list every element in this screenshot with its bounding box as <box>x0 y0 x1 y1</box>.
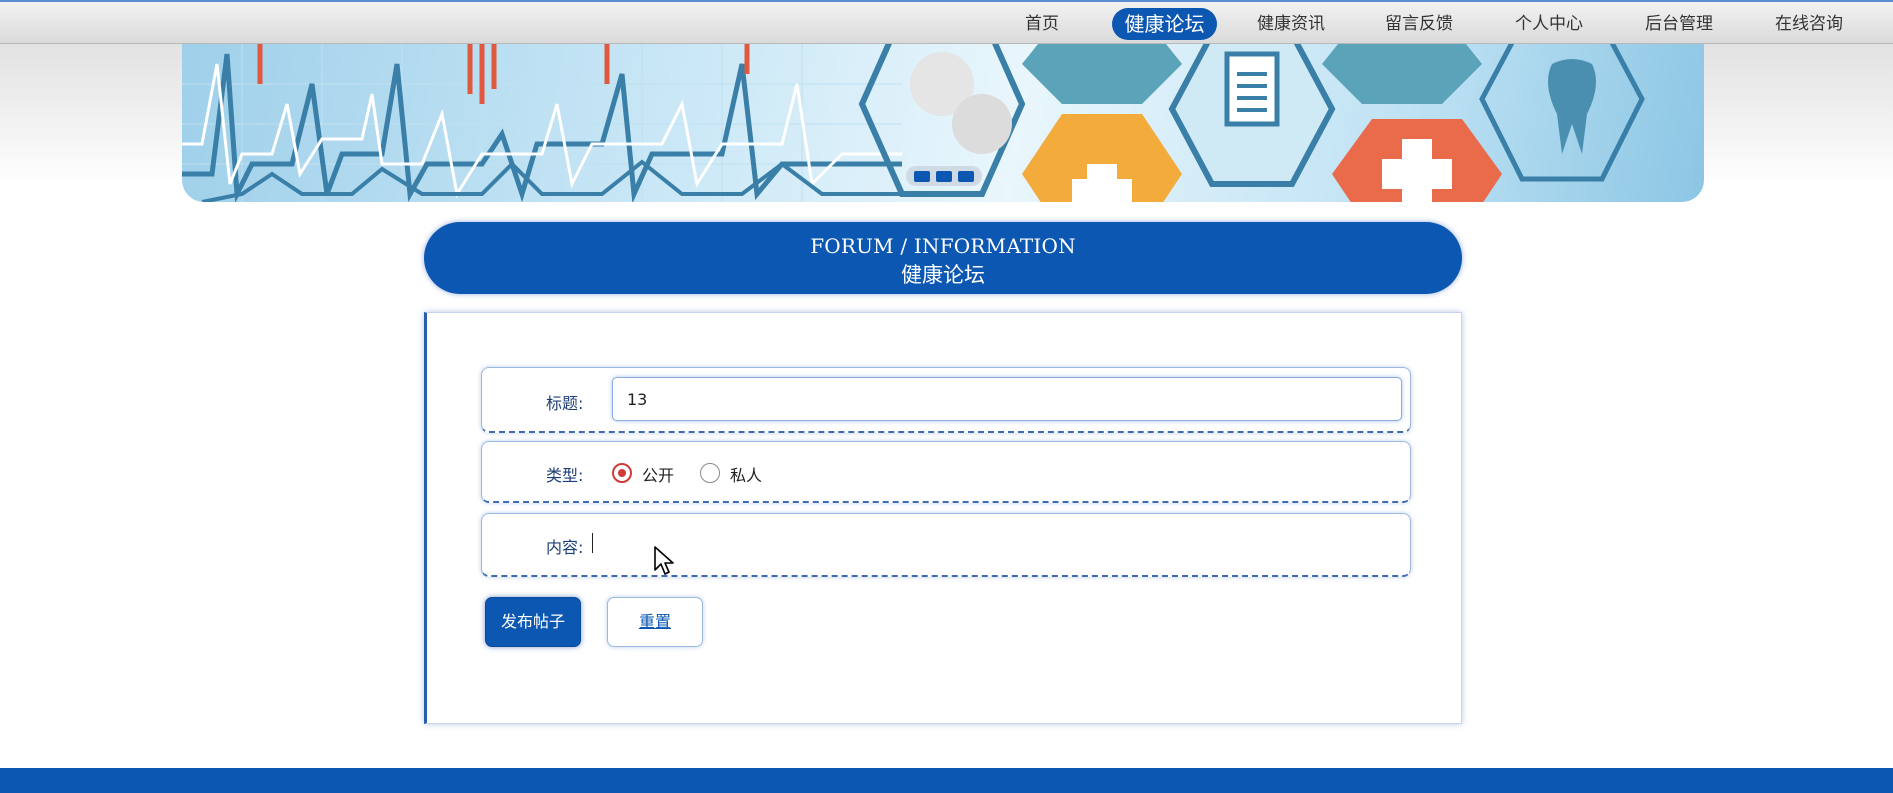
reset-button[interactable]: 重置 <box>607 597 703 647</box>
content-label: 内容: <box>546 538 584 557</box>
content-input[interactable] <box>592 528 1392 558</box>
type-option-public-label[interactable]: 公开 <box>642 462 674 486</box>
publish-post-button[interactable]: 发布帖子 <box>485 597 581 647</box>
top-nav-bar: 首页 健康论坛 健康资讯 留言反馈 个人中心 后台管理 在线咨询 <box>0 0 1893 44</box>
carousel-dot-1[interactable] <box>914 170 930 182</box>
nav-item-health-news[interactable]: 健康资讯 <box>1256 8 1326 40</box>
nav-item-personal-center[interactable]: 个人中心 <box>1514 8 1584 40</box>
nav-item-online-consult[interactable]: 在线咨询 <box>1774 8 1844 40</box>
footer-bar <box>0 768 1893 793</box>
title-input[interactable] <box>612 377 1402 421</box>
content-row: 内容: <box>481 513 1411 577</box>
mouse-cursor-icon <box>654 546 674 575</box>
carousel-dot-2[interactable] <box>936 170 952 182</box>
carousel-dot-3[interactable] <box>958 170 974 182</box>
post-form-panel: 标题: 类型: 公开 私人 内容: 发布帖子 重置 <box>424 312 1462 724</box>
title-label: 标题: <box>546 394 584 413</box>
title-row: 标题: <box>481 367 1411 433</box>
type-radio-public[interactable] <box>612 463 632 483</box>
type-radio-private[interactable] <box>700 463 720 483</box>
section-title-en: FORUM / INFORMATION <box>810 234 1076 258</box>
nav-item-feedback[interactable]: 留言反馈 <box>1384 8 1454 40</box>
nav-item-home[interactable]: 首页 <box>1016 8 1068 40</box>
section-header: FORUM / INFORMATION 健康论坛 <box>424 222 1462 294</box>
carousel-indicator <box>906 166 982 186</box>
type-option-private-label[interactable]: 私人 <box>730 462 762 486</box>
text-caret <box>592 533 593 553</box>
type-row: 类型: 公开 私人 <box>481 441 1411 503</box>
section-title-cn: 健康论坛 <box>901 263 985 287</box>
type-label: 类型: <box>546 466 584 485</box>
nav-item-forum[interactable]: 健康论坛 <box>1112 8 1217 40</box>
nav-item-admin[interactable]: 后台管理 <box>1644 8 1714 40</box>
